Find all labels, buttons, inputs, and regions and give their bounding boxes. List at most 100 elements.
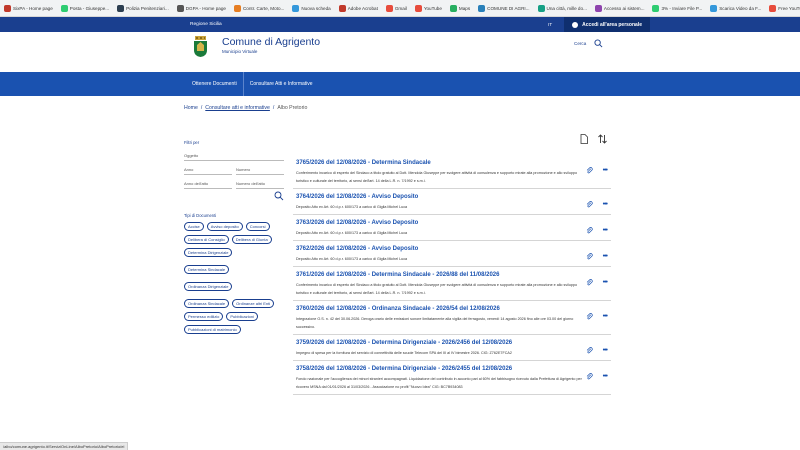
document-type-chip[interactable]: Accise [184,222,204,231]
search-icon[interactable] [274,191,284,201]
bookmark-item[interactable]: SixPA - Home page [0,4,57,12]
search-button[interactable]: Cerca [574,39,603,48]
document-type-chip[interactable]: Delibera di Consiglio [184,235,229,244]
bookmark-favicon-icon [710,4,718,12]
numero-atto-field[interactable]: Numero dell'atto [236,181,284,189]
more-options-icon[interactable]: ••• [603,373,608,380]
bookmark-item[interactable]: Posta - Giuseppe... [57,4,113,12]
bookmark-item[interactable]: Accesso ai sistem... [591,4,649,12]
document-type-chip[interactable]: Determina Sindacale [184,265,230,274]
region-link[interactable]: Regione Sicilia [190,22,222,27]
entry-title[interactable]: 3762/2026 del 12/08/2026 - Avviso Deposi… [296,246,611,252]
entry-description: Integrazione O.S. n. 42 del 30.06.2026. … [296,317,574,329]
more-options-icon[interactable]: ••• [603,253,608,260]
numero-field[interactable]: Numero [236,167,284,175]
document-type-chip[interactable]: Pubblicazioni [226,312,258,321]
entry-title[interactable]: 3763/2026 del 12/08/2026 - Avviso Deposi… [296,220,611,226]
bookmark-favicon-icon [652,4,660,12]
attachment-icon[interactable] [586,279,593,286]
document-type-chip[interactable]: Determina Dirigenziale [184,248,233,257]
document-type-chip[interactable]: Concorsi [245,222,270,231]
breadcrumb-current: Albo Pretorio [277,105,308,111]
document-type-chip[interactable]: Ordinanza Dirigenziale [184,282,233,291]
sort-icon[interactable] [598,134,607,144]
oggetto-field[interactable]: Oggetto [184,153,284,161]
attachment-icon[interactable] [586,167,593,174]
attachment-icon[interactable] [586,313,593,320]
bookmark-item[interactable]: Gmail [382,4,411,12]
bookmark-item[interactable]: Free YouTube Dow... [765,4,800,12]
bookmark-item[interactable]: Maps [446,4,474,12]
document-type-chips: Accise Avviso deposito Concorsi Delibera di… [184,222,284,338]
entry-title[interactable]: 3765/2026 del 12/08/2026 - Determina Sin… [296,160,611,166]
filters-panel: Filtri per Oggetto Anno Numero Anno dell… [184,140,284,338]
document-entry: 3761/2026 del 12/08/2026 - Determina Sin… [293,267,611,301]
bookmark-item[interactable]: Adobe Acrobat [335,4,382,12]
entry-actions: ••• [586,253,608,260]
site-title: Comune di Agrigento [222,36,321,48]
entry-title[interactable]: 3764/2026 del 12/08/2026 - Avviso Deposi… [296,194,611,200]
entry-description: Deposito Atto ex Art. 60 d.p.r. 600/173 … [296,231,408,235]
bookmark-favicon-icon [4,4,11,12]
breadcrumb-separator: / [272,105,275,111]
document-list: 3765/2026 del 12/08/2026 - Determina Sin… [293,155,611,395]
bookmark-item[interactable]: Polizia Penitenziari... [113,4,173,12]
entry-actions: ••• [586,201,608,208]
bookmark-label: YouTube [423,5,442,11]
bookmark-item[interactable]: COMUNE DI AGRI... [474,4,533,12]
attachment-icon[interactable] [586,347,593,354]
login-button[interactable]: Accedi all'area personale [564,17,650,32]
entry-title[interactable]: 3759/2026 del 12/08/2026 - Determina Dir… [296,340,611,346]
more-options-icon[interactable]: ••• [603,227,608,234]
entry-description: Deposito Atto ex Art. 60 d.p.r. 600/173 … [296,205,408,209]
more-options-icon[interactable]: ••• [603,167,608,174]
document-icon[interactable] [580,134,588,144]
breadcrumb-home[interactable]: Home [184,105,198,111]
document-type-chip[interactable]: Ordinanza Sindacale [184,299,230,308]
more-options-icon[interactable]: ••• [603,347,608,354]
bookmark-item[interactable]: Scarica Video da F... [706,4,765,12]
bookmark-label: Nuova scheda [301,5,331,11]
bookmark-favicon-icon [292,4,300,12]
bookmark-item[interactable]: Nuova scheda [288,4,334,12]
bookmark-label: Contr. Carte, Moto... [242,5,285,11]
nav-consultare-atti[interactable]: Consultare Atti e Informative [244,72,319,96]
breadcrumb-consultare[interactable]: Consultare atti e informative [205,105,270,111]
attachment-icon[interactable] [586,373,593,380]
bookmark-item[interactable]: DGPA - Home page [173,4,230,12]
document-entry: 3763/2026 del 12/08/2026 - Avviso Deposi… [293,215,611,241]
entry-actions: ••• [586,167,608,174]
coat-of-arms-icon [194,36,207,57]
bookmark-favicon-icon [594,4,602,12]
attachment-icon[interactable] [586,253,593,260]
document-type-chip[interactable]: Permesso edilizio [184,312,224,321]
bookmark-favicon-icon [233,4,241,12]
bookmark-item[interactable]: YouTube [411,4,446,12]
document-type-chip[interactable]: Delibera di Giunta [231,235,272,244]
document-type-chip[interactable]: Ordinanze altri Enti [232,299,275,308]
language-selector[interactable]: IT [548,22,552,27]
entry-title[interactable]: 3758/2026 del 12/08/2026 - Determina Dir… [296,366,611,372]
document-entry: 3760/2026 del 12/08/2026 - Ordinanza Sin… [293,301,611,335]
more-options-icon[interactable]: ••• [603,201,608,208]
brand[interactable]: Comune di Agrigento Municipio Virtuale [222,36,320,54]
document-type-chip[interactable]: Pubblicazioni di matrimonio [184,325,241,334]
bookmark-favicon-icon [537,4,545,12]
entry-actions: ••• [586,373,608,380]
bookmark-label: DGPA - Home page [185,5,226,11]
document-type-chip[interactable]: Avviso deposito [206,222,243,231]
more-options-icon[interactable]: ••• [603,279,608,286]
bookmark-item[interactable]: Una città, mille do... [534,4,591,12]
entry-title[interactable]: 3760/2026 del 12/08/2026 - Ordinanza Sin… [296,306,611,312]
attachment-icon[interactable] [586,201,593,208]
bookmark-item[interactable]: 3% - Inviare File P... [648,4,706,12]
search-label: Cerca [574,41,587,46]
bookmark-label: Free YouTube Dow... [778,5,800,11]
bookmark-item[interactable]: Contr. Carte, Moto... [230,4,288,12]
nav-ottenere-documenti[interactable]: Ottenere Documenti [186,72,243,96]
anno-field[interactable]: Anno [184,167,232,175]
more-options-icon[interactable]: ••• [603,313,608,320]
anno-atto-field[interactable]: Anno dell'atto [184,181,232,189]
attachment-icon[interactable] [586,227,593,234]
entry-title[interactable]: 3761/2026 del 12/08/2026 - Determina Sin… [296,272,611,278]
